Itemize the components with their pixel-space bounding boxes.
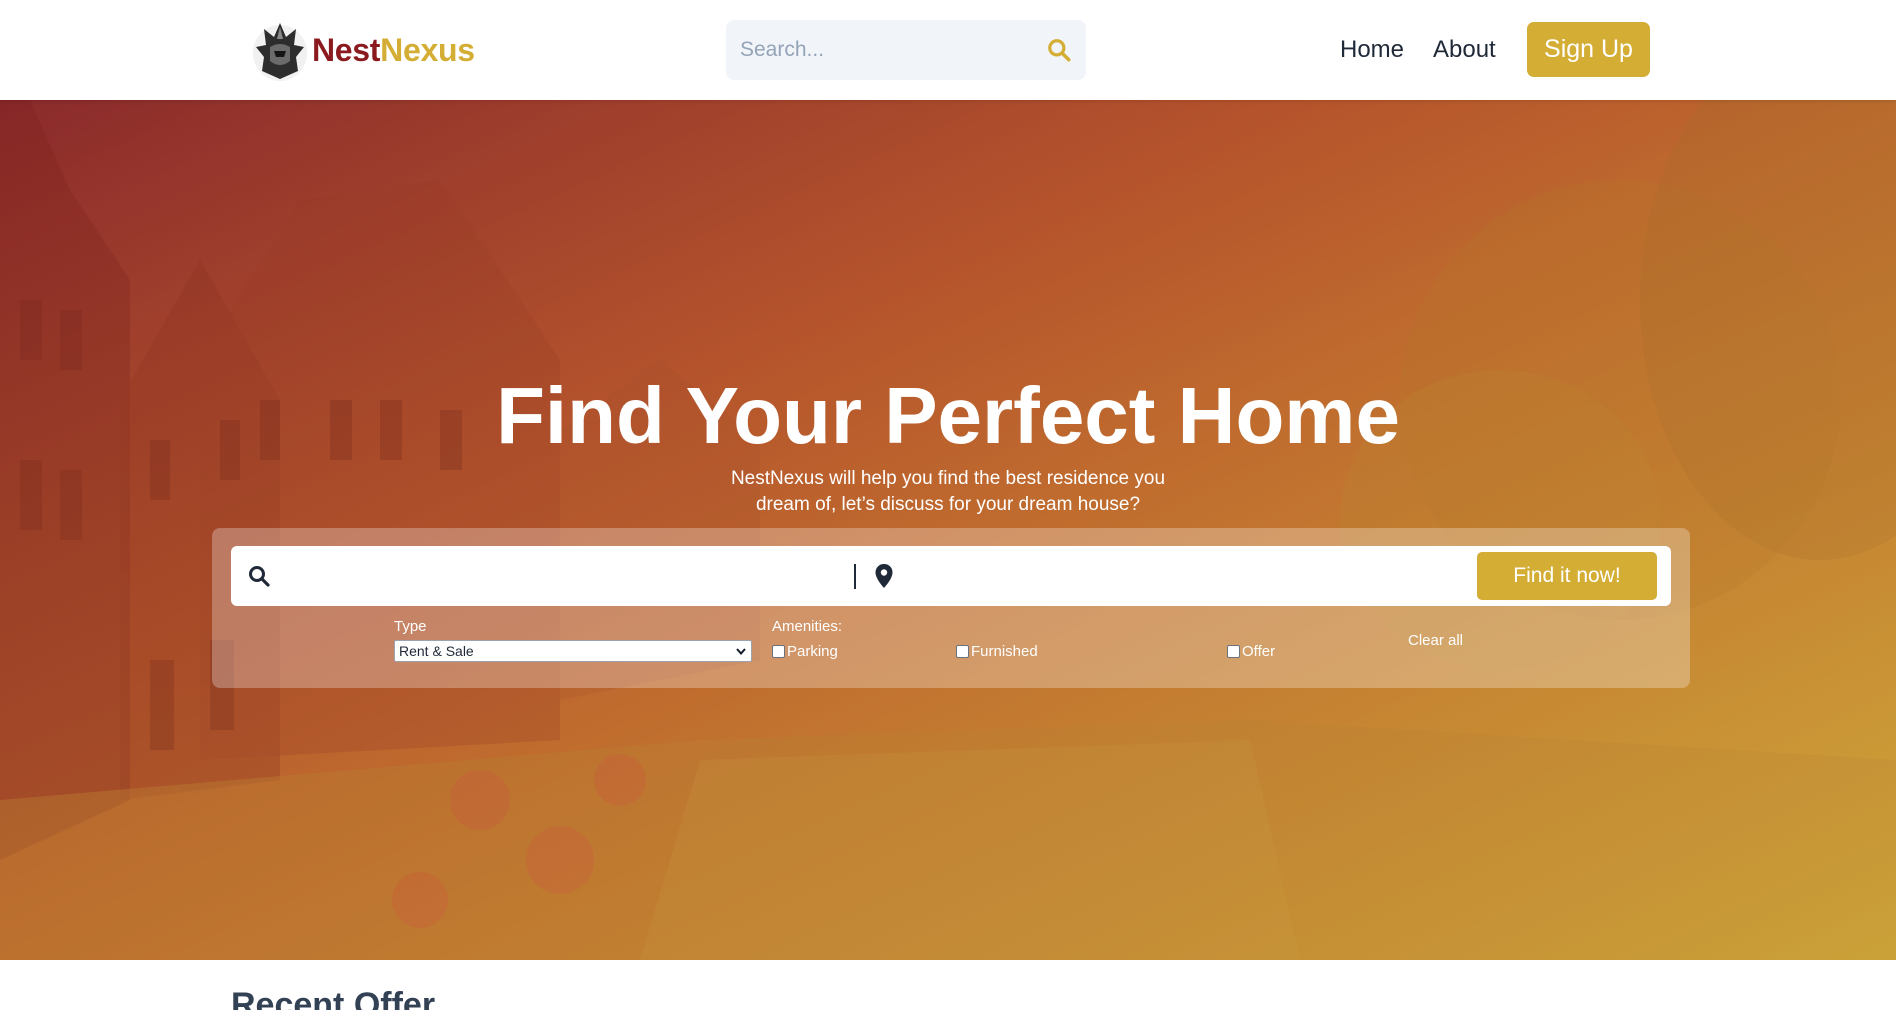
logo[interactable]: NestNexus [250, 12, 475, 88]
nav-about-label: About [1433, 36, 1496, 63]
logo-text-nexus: Nexus [380, 31, 475, 68]
sign-up-button[interactable]: Sign Up [1527, 22, 1650, 77]
furnished-option[interactable]: Furnished [956, 643, 1038, 660]
nav-about[interactable]: About [1433, 20, 1496, 80]
nav-home-label: Home [1340, 36, 1405, 63]
chevron-down-icon [736, 648, 746, 656]
type-select-value: Rent & Sale [399, 643, 474, 659]
offer-checkbox[interactable] [1227, 645, 1240, 658]
filters-row: Type Rent & Sale Amenities: Parking Furn… [212, 612, 1690, 682]
furnished-label: Furnished [971, 643, 1038, 660]
offer-label: Offer [1242, 643, 1276, 660]
type-select[interactable]: Rent & Sale [394, 640, 752, 662]
search-icon [249, 566, 270, 587]
location-input[interactable] [903, 558, 1453, 594]
site-header: NestNexus Home About Sign Up [0, 0, 1896, 100]
search-panel: Find it now! Type Rent & Sale Amenities:… [212, 528, 1690, 688]
recent-offer-heading: Recent Offer [231, 986, 436, 1010]
search-icon[interactable] [1046, 37, 1072, 63]
clear-all-link[interactable]: Clear all [1408, 632, 1463, 649]
crest-logo-icon [253, 23, 307, 81]
amenities-label: Amenities: [772, 618, 843, 635]
furnished-checkbox[interactable] [956, 645, 969, 658]
find-it-now-button[interactable]: Find it now! [1477, 552, 1657, 600]
parking-checkbox[interactable] [772, 645, 785, 658]
search-input[interactable] [740, 20, 1046, 80]
type-label: Type [394, 618, 427, 635]
header-search [726, 20, 1086, 80]
parking-option[interactable]: Parking [772, 643, 838, 660]
divider [854, 564, 856, 589]
nav-home[interactable]: Home [1340, 20, 1404, 80]
logo-text-nest: Nest [312, 31, 381, 68]
offer-option[interactable]: Offer [1227, 643, 1275, 660]
hero-search-bar: Find it now! [231, 546, 1671, 606]
hero-title: Find Your Perfect Home [496, 371, 1400, 460]
location-pin-icon [875, 564, 893, 588]
keyword-input[interactable] [281, 558, 841, 594]
hero-subtitle: NestNexus will help you find the best re… [730, 468, 1166, 515]
parking-label: Parking [787, 643, 838, 660]
hero-section: Find Your Perfect Home NestNexus will he… [0, 100, 1896, 960]
